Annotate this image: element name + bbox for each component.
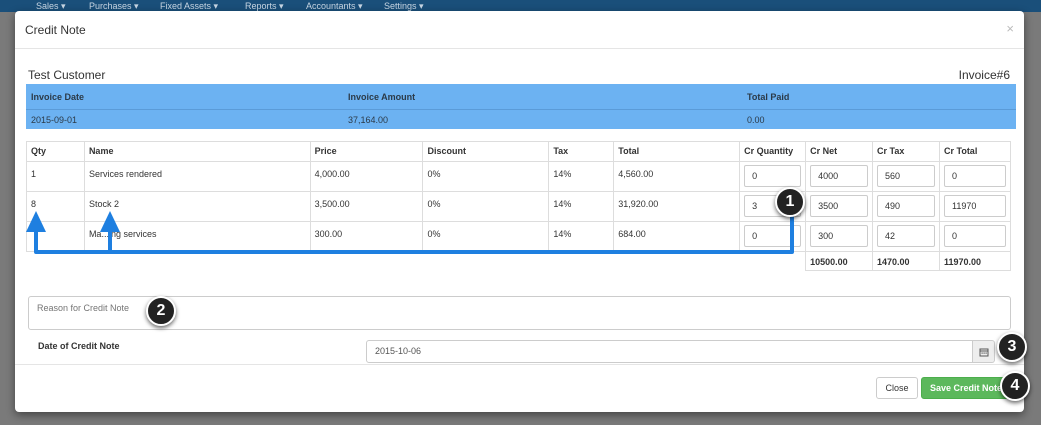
col-price: Price	[309, 141, 424, 162]
cell-qty: 1	[26, 161, 85, 192]
cell-cr-quantity: 0	[739, 161, 807, 192]
cell-price: 4,000.00	[309, 161, 424, 192]
close-icon[interactable]: ×	[1006, 21, 1014, 36]
cell-price: 300.00	[309, 221, 424, 252]
cr-quantity-input[interactable]: 0	[744, 165, 802, 187]
summary-header-total-paid: Total Paid	[747, 92, 790, 102]
calendar-icon-svg	[979, 348, 989, 357]
calendar-icon[interactable]	[973, 340, 995, 363]
invoice-summary: Invoice Date Invoice Amount Total Paid 2…	[26, 84, 1016, 129]
cell-tax: 14%	[548, 221, 615, 252]
customer-name: Test Customer	[28, 68, 106, 82]
modal-title: Credit Note	[25, 23, 86, 37]
totals-row: 10500.00 1470.00 11970.00	[26, 251, 1012, 271]
col-total: Total	[613, 141, 741, 162]
cell-cr-total: 11970	[938, 191, 1012, 222]
col-qty: Qty	[26, 141, 85, 162]
credit-items-table: Qty Name Price Discount Tax Total Cr Qua…	[26, 141, 1012, 271]
cell-discount: 0%	[422, 191, 550, 222]
col-cr-net: Cr Net	[805, 141, 874, 162]
cr-net-input[interactable]: 3500	[810, 195, 869, 217]
col-cr-tax: Cr Tax	[872, 141, 940, 162]
total-cr-net: 10500.00	[805, 251, 874, 271]
cell-price: 3,500.00	[309, 191, 424, 222]
cr-quantity-input[interactable]: 0	[744, 225, 802, 247]
callout-3: 3	[997, 332, 1027, 362]
date-label: Date of Credit Note	[38, 341, 120, 351]
cr-total-input[interactable]: 0	[943, 165, 1006, 187]
cell-cr-quantity: 0	[739, 221, 807, 252]
cell-total: 684.00	[613, 221, 741, 252]
table-row: 1 Services rendered 4,000.00 0% 14% 4,56…	[26, 161, 1012, 192]
cr-tax-input[interactable]: 560	[877, 165, 935, 187]
summary-divider	[26, 109, 1016, 110]
callout-1: 1	[775, 187, 805, 217]
summary-invoice-amount: 37,164.00	[348, 115, 389, 125]
cell-discount: 0%	[422, 161, 550, 192]
cell-discount: 0%	[422, 221, 550, 252]
cell-name: Stock 2	[83, 191, 311, 222]
modal-footer-divider	[15, 364, 1024, 365]
cell-qty: 8	[26, 191, 85, 222]
col-name: Name	[83, 141, 311, 162]
table-row: Ma...ing services 300.00 0% 14% 684.00 0…	[26, 221, 1012, 252]
cell-total: 4,560.00	[613, 161, 741, 192]
col-tax: Tax	[548, 141, 615, 162]
close-button[interactable]: Close	[876, 377, 918, 399]
col-cr-total: Cr Total	[938, 141, 1012, 162]
cr-net-input[interactable]: 4000	[810, 165, 869, 187]
callout-4: 4	[1000, 371, 1030, 401]
cell-cr-tax: 560	[872, 161, 940, 192]
total-cr-tax: 1470.00	[872, 251, 940, 271]
credit-note-modal: Credit Note × Test Customer Invoice#6 In…	[15, 11, 1024, 412]
cell-cr-net: 3500	[805, 191, 874, 222]
col-cr-quantity: Cr Quantity	[739, 141, 807, 162]
cell-qty	[26, 221, 85, 252]
summary-invoice-date: 2015-09-01	[31, 115, 78, 125]
callout-2: 2	[146, 296, 176, 326]
summary-header-invoice-amount: Invoice Amount	[348, 92, 416, 102]
cell-cr-net: 300	[805, 221, 874, 252]
invoice-number: Invoice#6	[958, 68, 1010, 82]
cr-tax-input[interactable]: 490	[877, 195, 935, 217]
cell-tax: 14%	[548, 191, 615, 222]
modal-header: Credit Note ×	[15, 11, 1024, 49]
table-row: 8 Stock 2 3,500.00 0% 14% 31,920.00 3 35…	[26, 191, 1012, 222]
summary-header-invoice-date: Invoice Date	[31, 92, 85, 102]
cell-total: 31,920.00	[613, 191, 741, 222]
cell-tax: 14%	[548, 161, 615, 192]
summary-total-paid: 0.00	[747, 115, 765, 125]
date-input[interactable]: 2015-10-06	[366, 340, 973, 363]
cell-name: Ma...ing services	[83, 221, 311, 252]
cr-total-input[interactable]: 0	[943, 225, 1006, 247]
table-header-row: Qty Name Price Discount Tax Total Cr Qua…	[26, 141, 1012, 162]
cell-cr-tax: 42	[872, 221, 940, 252]
cr-tax-input[interactable]: 42	[877, 225, 935, 247]
cell-name: Services rendered	[83, 161, 311, 192]
cell-cr-total: 0	[938, 221, 1012, 252]
cr-total-input[interactable]: 11970	[943, 195, 1006, 217]
cell-cr-total: 0	[938, 161, 1012, 192]
col-discount: Discount	[422, 141, 550, 162]
cell-cr-tax: 490	[872, 191, 940, 222]
cell-cr-net: 4000	[805, 161, 874, 192]
total-cr-total: 11970.00	[938, 251, 1012, 271]
cr-net-input[interactable]: 300	[810, 225, 869, 247]
